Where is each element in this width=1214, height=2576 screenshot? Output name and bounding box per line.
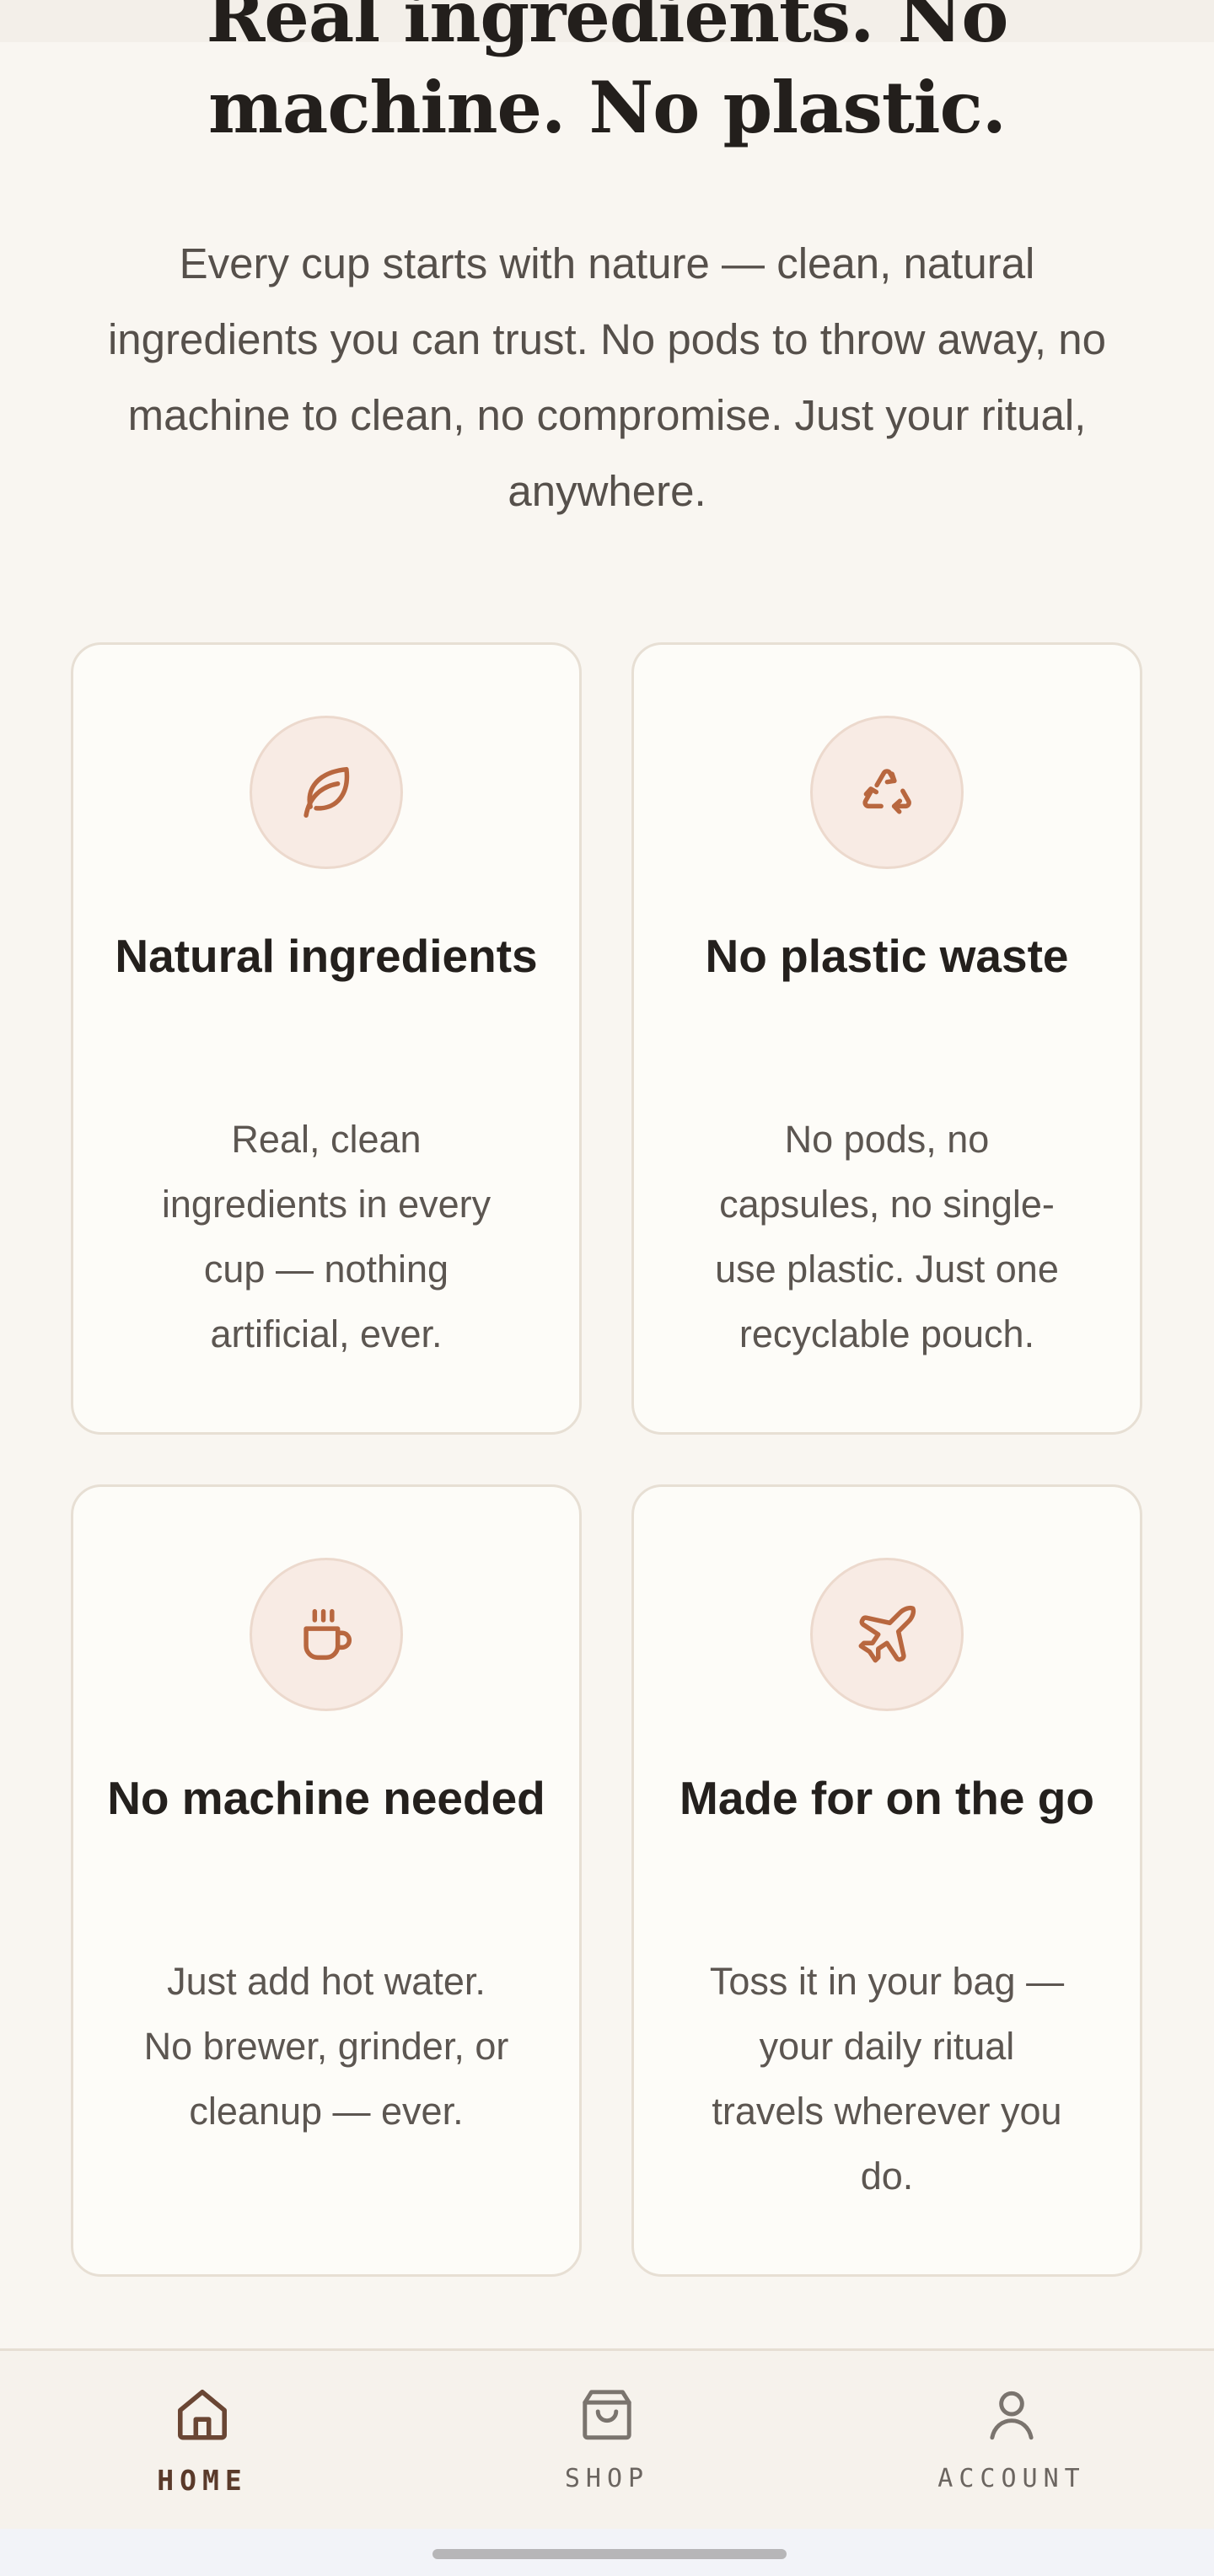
feature-title: No plastic waste (705, 930, 1069, 982)
hero-headline: Real ingredients. No machine. No plastic… (206, 0, 1009, 149)
feature-title: Natural ingredients (115, 930, 538, 982)
recycle-icon (810, 716, 964, 869)
feature-title: Made for on the go (680, 1772, 1094, 1824)
leaf-icon (250, 716, 403, 869)
feature-body: Real, clean ingredients in every cup — n… (161, 1118, 492, 1355)
bottom-nav: HOME SHOP ACCOUNT (0, 2348, 1214, 2529)
hero-section: Real ingredients. No machine. No plastic… (0, 0, 1214, 194)
coffee-cup-icon (250, 1558, 403, 1711)
nav-item-account[interactable]: ACCOUNT (885, 2351, 1138, 2531)
home-gesture-handle[interactable] (432, 2549, 787, 2559)
feature-body: Toss it in your bag — your daily ritual … (709, 1960, 1065, 2198)
nav-item-home[interactable]: HOME (76, 2351, 329, 2531)
nav-label-home: HOME (157, 2464, 248, 2497)
feature-card-no-machine-needed: No machine needed Just add hot water. No… (71, 1484, 582, 2277)
system-gesture-area (0, 2529, 1214, 2576)
hero-intro: Every cup starts with nature — clean, na… (107, 239, 1107, 515)
nav-item-shop[interactable]: SHOP (481, 2351, 733, 2531)
home-icon (178, 2390, 227, 2440)
feature-body: No pods, no capsules, no single-use plas… (715, 1118, 1059, 1355)
feature-body: Just add hot water. No brewer, grinder, … (143, 1960, 509, 2133)
feature-card-made-for-on-the-go: Made for on the go Toss it in your bag —… (631, 1484, 1142, 2277)
airplane-icon (810, 1558, 964, 1711)
feature-card-natural-ingredients: Natural ingredients Real, clean ingredie… (71, 642, 582, 1435)
nav-label-shop: SHOP (564, 2464, 650, 2493)
feature-title: No machine needed (107, 1772, 545, 1824)
nav-label-account: ACCOUNT (937, 2464, 1086, 2493)
user-icon (990, 2391, 1034, 2440)
feature-card-no-plastic-waste: No plastic waste No pods, no capsules, n… (631, 642, 1142, 1435)
shopping-bag-icon (583, 2390, 631, 2440)
